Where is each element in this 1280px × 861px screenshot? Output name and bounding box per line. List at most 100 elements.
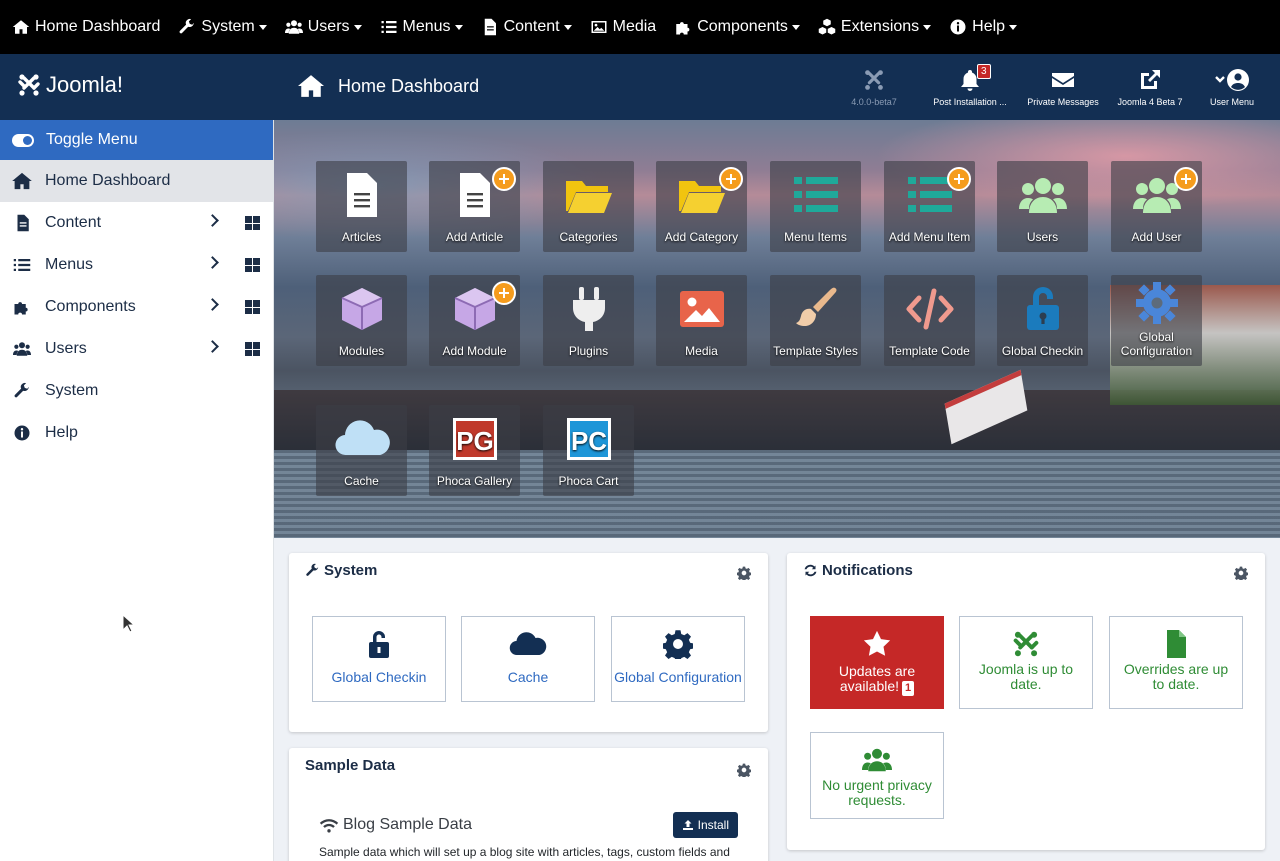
- install-button[interactable]: Install: [672, 812, 738, 838]
- topmenu-menus[interactable]: Menus: [380, 18, 463, 36]
- system-global-configuration-label: Global Configuration: [614, 669, 742, 685]
- gear-icon[interactable]: [737, 763, 751, 777]
- code-icon: [906, 288, 953, 330]
- dashboard-grid-icon[interactable]: [245, 300, 260, 314]
- updates-available-button[interactable]: Updates are available! 1: [810, 616, 944, 709]
- envelope-icon: [1052, 73, 1074, 87]
- topmenu-home-label: Home Dashboard: [35, 18, 161, 35]
- puzzle-icon: [676, 22, 690, 35]
- tile-phoca-gallery[interactable]: PG Phoca Gallery: [429, 405, 520, 496]
- topmenu-content-label: Content: [503, 18, 560, 35]
- wrench-icon: [306, 563, 319, 576]
- tile-phoca-cart[interactable]: PC Phoca Cart: [543, 405, 634, 496]
- external-link-icon: [1141, 70, 1160, 89]
- sidebar-item-components[interactable]: Components: [0, 286, 273, 328]
- user-circle-icon: [1215, 69, 1249, 91]
- post-installation-messages[interactable]: 3 Post Installation ...: [925, 64, 1015, 107]
- version-indicator[interactable]: 4.0.0-beta7: [829, 68, 919, 107]
- dashboard-grid-icon[interactable]: [245, 342, 260, 356]
- joomla-icon: [865, 70, 883, 90]
- tile-global-checkin[interactable]: Global Checkin: [997, 275, 1088, 366]
- tile-add-module[interactable]: Add Module: [429, 275, 520, 366]
- tile-categories[interactable]: Categories: [543, 161, 634, 252]
- tile-add-category[interactable]: Add Category: [656, 161, 747, 252]
- file-icon: [346, 173, 377, 217]
- plus-icon: [492, 281, 516, 305]
- install-button-label: Install: [697, 818, 729, 832]
- topmenu-users[interactable]: Users: [284, 18, 362, 36]
- privacy-requests-label: No urgent privacy requests.: [822, 777, 932, 808]
- tile-template-styles[interactable]: Template Styles: [770, 275, 861, 366]
- chevron-down-icon: [923, 24, 932, 30]
- sidebar-item-menus[interactable]: Menus: [0, 244, 273, 286]
- home-icon: [12, 20, 30, 34]
- tile-label: Add Menu Item: [888, 230, 971, 244]
- sidebar-item-label: Home Dashboard: [45, 172, 171, 189]
- sidebar-item-users[interactable]: Users: [0, 328, 273, 370]
- topmenu-components[interactable]: Components: [674, 18, 800, 36]
- chevron-right-icon[interactable]: [206, 214, 219, 227]
- chevron-right-icon[interactable]: [206, 256, 219, 269]
- home-icon: [298, 75, 324, 97]
- tile-label: Template Styles: [773, 344, 858, 358]
- wifi-icon: [319, 819, 339, 833]
- chevron-down-icon: [258, 24, 267, 30]
- sidebar-item-content[interactable]: Content: [0, 202, 273, 244]
- gear-icon[interactable]: [737, 566, 751, 580]
- tile-add-article[interactable]: Add Article: [429, 161, 520, 252]
- chevron-right-icon[interactable]: [206, 340, 219, 353]
- sidebar-item-system[interactable]: System: [0, 370, 273, 412]
- system-global-checkin-button[interactable]: Global Checkin: [312, 616, 446, 702]
- sync-icon: [804, 564, 817, 577]
- tile-menu-items[interactable]: Menu Items: [770, 161, 861, 252]
- site-link[interactable]: Joomla 4 Beta 7: [1105, 68, 1195, 107]
- topmenu-system[interactable]: System: [178, 18, 267, 36]
- topmenu-extensions[interactable]: Extensions: [818, 18, 932, 36]
- tile-media[interactable]: Media: [656, 275, 747, 366]
- wrench-icon: [14, 382, 29, 398]
- system-card: System Global Checkin Cache Global Confi…: [289, 553, 768, 732]
- privacy-requests-button[interactable]: No urgent privacy requests.: [810, 732, 944, 819]
- tile-articles[interactable]: Articles: [316, 161, 407, 252]
- tile-modules[interactable]: Modules: [316, 275, 407, 366]
- tile-add-user[interactable]: Add User: [1111, 161, 1202, 252]
- private-messages[interactable]: Private Messages: [1018, 68, 1108, 107]
- unlock-icon: [369, 631, 389, 658]
- system-global-checkin-label: Global Checkin: [331, 669, 427, 685]
- user-menu[interactable]: User Menu: [1187, 68, 1277, 107]
- topmenu-media[interactable]: Media: [590, 18, 656, 36]
- tile-add-menu-item[interactable]: Add Menu Item: [884, 161, 975, 252]
- topmenu-home[interactable]: Home Dashboard: [12, 18, 160, 36]
- dashboard-grid-icon[interactable]: [245, 216, 260, 230]
- sidebar-item-label: Users: [45, 340, 87, 357]
- tile-label: Add Category: [664, 230, 739, 244]
- toggle-menu-button[interactable]: Toggle Menu: [0, 120, 273, 160]
- user-menu-label: User Menu: [1209, 97, 1254, 107]
- overrides-up-to-date-button[interactable]: Overrides are up to date.: [1109, 616, 1243, 709]
- tile-plugins[interactable]: Plugins: [543, 275, 634, 366]
- system-card-title: System: [305, 562, 377, 579]
- upload-icon: [682, 820, 693, 830]
- sidebar-item-help[interactable]: Help: [0, 412, 273, 454]
- tile-global-configuration[interactable]: Global Configuration: [1111, 275, 1202, 366]
- chevron-right-icon[interactable]: [206, 298, 219, 311]
- phoca-gallery-icon-text: PG: [456, 426, 494, 456]
- gear-icon[interactable]: [1234, 566, 1248, 580]
- system-global-configuration-button[interactable]: Global Configuration: [611, 616, 745, 702]
- dashboard-grid-icon[interactable]: [245, 258, 260, 272]
- system-card-title-text: System: [324, 562, 378, 579]
- topmenu-components-label: Components: [697, 18, 788, 35]
- joomla-logo[interactable]: Joomla!: [16, 72, 123, 98]
- system-cache-button[interactable]: Cache: [461, 616, 595, 702]
- list-icon: [793, 177, 838, 212]
- sidebar-item-home-dashboard[interactable]: Home Dashboard: [0, 160, 273, 202]
- tile-template-code[interactable]: Template Code: [884, 275, 975, 366]
- joomla-up-to-date-button[interactable]: Joomla is up to date.: [959, 616, 1093, 709]
- users-icon: [862, 748, 892, 772]
- topmenu-content[interactable]: Content: [481, 18, 572, 36]
- image-icon: [679, 291, 724, 327]
- tile-cache[interactable]: Cache: [316, 405, 407, 496]
- topmenu-help[interactable]: Help: [949, 18, 1018, 36]
- tile-users[interactable]: Users: [997, 161, 1088, 252]
- cubes-icon: [818, 18, 836, 35]
